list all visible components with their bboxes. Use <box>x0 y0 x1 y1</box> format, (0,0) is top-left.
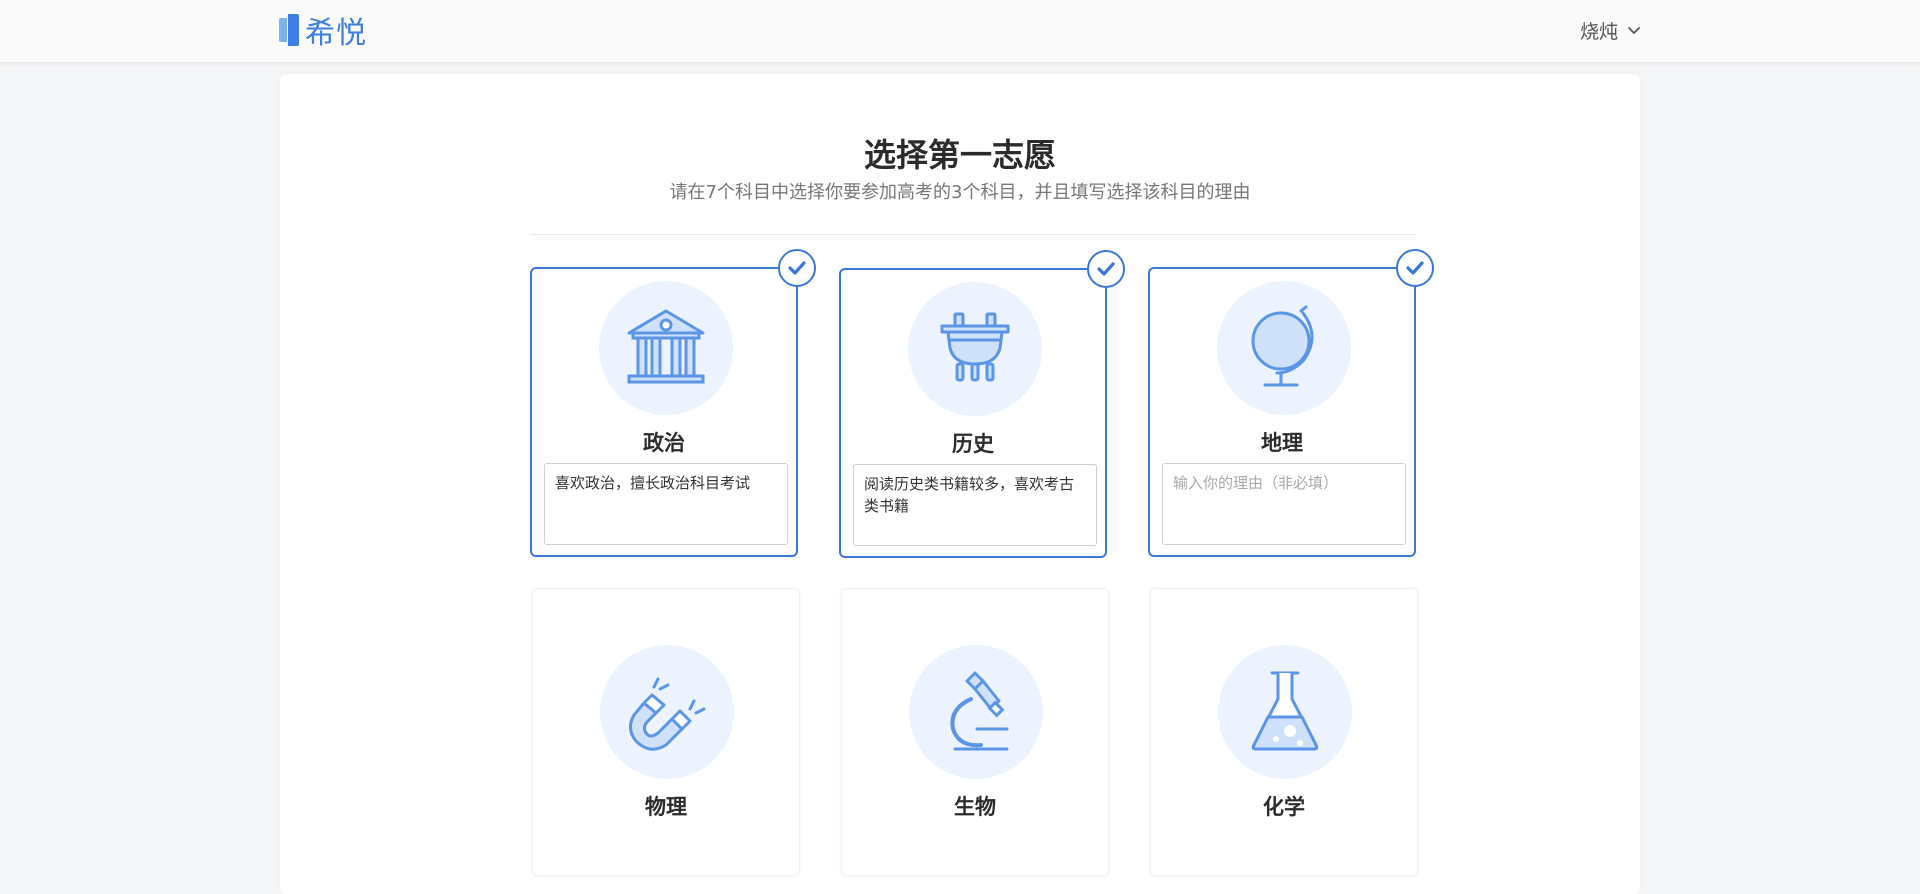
subject-label: 地理 <box>1261 431 1303 455</box>
ancient-cauldron-icon <box>940 312 1010 382</box>
subject-label: 生物 <box>954 795 996 819</box>
logo-text: 希悦 <box>305 16 367 51</box>
subject-icon-circle <box>1217 281 1351 415</box>
user-name: 烧炖 <box>1579 20 1618 43</box>
check-icon <box>1097 262 1115 276</box>
subject-card-physics[interactable]: 物理 <box>532 588 800 876</box>
subject-card-geography[interactable]: 地理 <box>1148 249 1434 557</box>
subject-card-history[interactable]: 历史 <box>839 250 1125 558</box>
government-building-icon <box>627 309 705 384</box>
app-logo[interactable]: 希悦 <box>279 12 367 51</box>
chevron-down-icon <box>1628 27 1640 34</box>
top-bar: 希悦 烧炖 <box>0 0 1920 63</box>
page-subtitle: 请在7个科目中选择你要参加高考的3个科目，并且填写选择该科目的理由 <box>669 182 1251 203</box>
subject-card-politics[interactable]: 政治 <box>530 249 816 557</box>
reason-input[interactable] <box>1162 463 1406 545</box>
flask-icon <box>1251 671 1319 751</box>
subject-icon-circle <box>1218 645 1352 779</box>
check-badge <box>778 249 816 287</box>
subject-card-chemistry[interactable]: 化学 <box>1150 588 1418 876</box>
subject-icon-circle <box>909 645 1043 779</box>
check-badge <box>1087 250 1125 288</box>
subject-label: 物理 <box>645 795 687 819</box>
page-title: 选择第一志愿 <box>863 136 1056 174</box>
subject-icon-circle <box>908 282 1042 416</box>
magnet-icon <box>629 677 706 751</box>
divider <box>530 234 1416 235</box>
reason-input[interactable] <box>544 463 788 545</box>
reason-input[interactable] <box>853 464 1097 546</box>
subject-card-biology[interactable]: 生物 <box>841 588 1109 876</box>
logo-mark-icon <box>279 14 301 46</box>
subject-label: 历史 <box>952 432 994 456</box>
check-icon <box>788 261 806 275</box>
microscope-icon <box>950 671 1009 751</box>
subject-label: 政治 <box>643 431 685 455</box>
check-icon <box>1406 261 1424 275</box>
check-badge <box>1396 249 1434 287</box>
subject-label: 化学 <box>1263 795 1305 819</box>
subject-icon-circle <box>599 281 733 415</box>
user-menu[interactable]: 烧炖 <box>1580 14 1642 46</box>
subject-icon-circle <box>600 645 734 779</box>
globe-icon <box>1251 305 1314 387</box>
